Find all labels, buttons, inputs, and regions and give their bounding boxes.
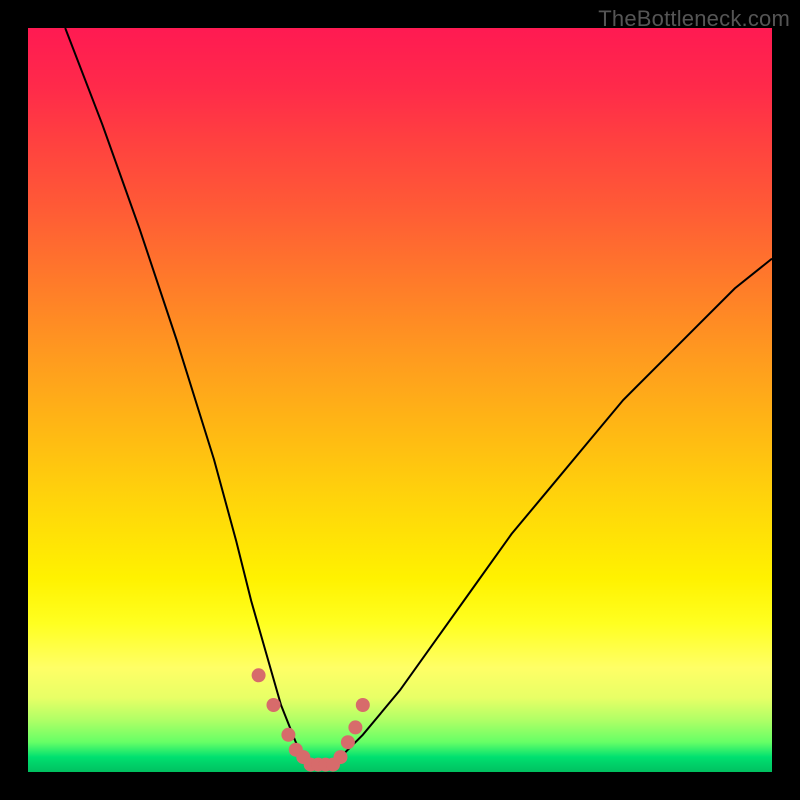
marker-dot [356, 698, 370, 712]
plot-area [28, 28, 772, 772]
chart-svg [28, 28, 772, 772]
chart-frame: TheBottleneck.com [0, 0, 800, 800]
bottom-markers [252, 668, 370, 771]
watermark-text: TheBottleneck.com [598, 6, 790, 32]
marker-dot [348, 720, 362, 734]
marker-dot [267, 698, 281, 712]
marker-dot [281, 728, 295, 742]
curve-path [65, 28, 772, 765]
marker-dot [252, 668, 266, 682]
marker-dot [334, 750, 348, 764]
bottleneck-curve [65, 28, 772, 765]
marker-dot [341, 735, 355, 749]
